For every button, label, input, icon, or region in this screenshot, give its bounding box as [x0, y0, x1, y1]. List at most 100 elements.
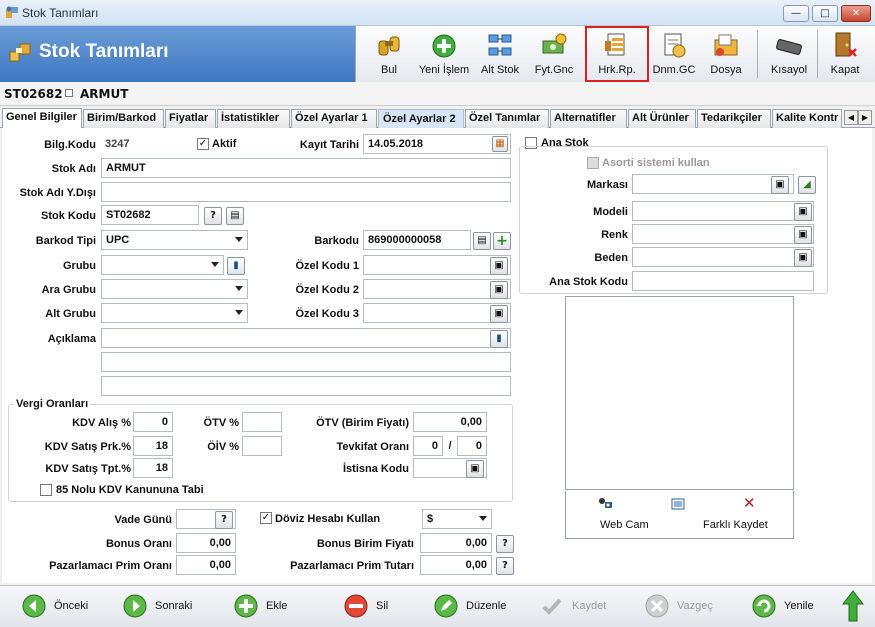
model-lookup-icon[interactable]: ▣: [794, 203, 812, 221]
otv-unit-price-field[interactable]: 0,00: [413, 412, 487, 432]
delete-button[interactable]: Sil: [344, 594, 404, 620]
tab-alternatives[interactable]: Alternatifler: [550, 109, 627, 128]
find-button[interactable]: Bul: [361, 26, 417, 82]
refresh-button[interactable]: Yenile: [752, 594, 832, 620]
close-window-button[interactable]: ✕: [841, 5, 871, 22]
barcode-doc-icon[interactable]: ▤: [473, 232, 491, 250]
stock-code-field[interactable]: ST02682: [101, 205, 199, 225]
barcode-type-select[interactable]: UPC: [101, 230, 248, 250]
vat-sales-wholesale-field[interactable]: 18: [133, 458, 173, 478]
scroll-top-arrow-icon[interactable]: [842, 589, 864, 623]
barcode-field[interactable]: 869000000058: [363, 230, 471, 250]
salesman-bonus-help-button[interactable]: ?: [496, 557, 514, 575]
brand-lookup-icon[interactable]: ▣: [771, 176, 789, 194]
new-transaction-button[interactable]: Yeni İşlem: [416, 26, 472, 82]
calendar-icon[interactable]: ▦: [492, 136, 508, 152]
description-line-2[interactable]: [101, 352, 511, 372]
salesman-bonus-amount-field[interactable]: 0,00: [420, 555, 492, 575]
assortment-checkbox[interactable]: [587, 157, 599, 169]
special-code-2-field[interactable]: [363, 279, 511, 299]
special-code-1-field[interactable]: [363, 255, 511, 275]
due-days-help-button[interactable]: ?: [215, 511, 233, 529]
special-code-1-lookup-icon[interactable]: ▣: [490, 257, 508, 275]
bonus-unit-price-field[interactable]: 0,00: [420, 533, 492, 553]
tab-scroll-left-button[interactable]: ◀: [844, 110, 858, 125]
tab-special-definitions[interactable]: Özel Tanımlar: [465, 109, 549, 128]
previous-icon: [22, 594, 46, 618]
next-button[interactable]: Sonraki: [123, 594, 203, 620]
use-currency-checkbox[interactable]: ✓: [260, 512, 272, 524]
file-button[interactable]: Dosya: [698, 26, 754, 82]
group-select[interactable]: [101, 255, 224, 275]
withholding-rate-field-1[interactable]: 0: [413, 436, 443, 456]
tab-prices[interactable]: Fiyatlar: [165, 109, 216, 128]
vat-purchase-field[interactable]: 0: [133, 412, 173, 432]
sub-group-select[interactable]: [101, 279, 248, 299]
withholding-rate-field-2[interactable]: 0: [457, 436, 487, 456]
webcam-label[interactable]: Web Cam: [600, 519, 649, 531]
movement-report-button[interactable]: Hrk.Rp.: [585, 26, 649, 82]
save-button[interactable]: Kaydet: [540, 594, 620, 620]
close-button[interactable]: Kapat: [820, 26, 870, 82]
description-pick-icon[interactable]: ▮: [490, 330, 508, 348]
record-date-field[interactable]: 14.05.2018: [363, 134, 511, 154]
tab-quality-control[interactable]: Kalite Kontr: [772, 109, 842, 128]
image-save-icon[interactable]: [671, 498, 685, 510]
webcam-icon[interactable]: [597, 497, 613, 511]
size-field[interactable]: [632, 247, 814, 267]
shortcut-button[interactable]: Kısayol: [761, 26, 817, 82]
bonus-help-button[interactable]: ?: [496, 535, 514, 553]
description-line-1[interactable]: [101, 328, 511, 348]
brand-add-icon[interactable]: ◢: [798, 176, 816, 194]
currency-select[interactable]: $: [422, 509, 492, 529]
cancel-button[interactable]: Vazgeç: [645, 594, 725, 620]
lower-group-select[interactable]: [101, 303, 248, 323]
add-barcode-icon[interactable]: +: [493, 232, 511, 250]
special-code-2-lookup-icon[interactable]: ▣: [490, 281, 508, 299]
active-checkbox[interactable]: ✓: [197, 138, 209, 150]
image-delete-icon[interactable]: ✕: [743, 494, 756, 512]
oiv-field[interactable]: [242, 436, 282, 456]
stock-code-help-button[interactable]: ?: [204, 207, 222, 225]
chevron-down-icon: [211, 262, 219, 267]
edit-button[interactable]: Düzenle: [434, 594, 514, 620]
exemption-lookup-icon[interactable]: ▣: [466, 460, 484, 478]
bonus-rate-field[interactable]: 0,00: [176, 533, 236, 553]
oiv-label: ÖİV %: [207, 441, 239, 453]
product-image-box[interactable]: [565, 296, 794, 490]
stock-name-foreign-field[interactable]: [101, 182, 511, 202]
salesman-bonus-rate-field[interactable]: 0,00: [176, 555, 236, 575]
stock-boxes-icon: [9, 43, 31, 62]
tab-unit-barcode[interactable]: Birim/Barkod: [83, 109, 164, 128]
brand-field[interactable]: [632, 174, 794, 194]
sub-stock-button[interactable]: Alt Stok: [472, 26, 528, 82]
period-report-button[interactable]: Dnm.GC: [646, 26, 702, 82]
minimize-button[interactable]: —: [783, 5, 809, 22]
special-code-3-lookup-icon[interactable]: ▣: [490, 305, 508, 323]
description-line-3[interactable]: [101, 376, 511, 396]
tab-general[interactable]: Genel Bilgiler: [2, 108, 82, 129]
maximize-button[interactable]: □: [812, 5, 838, 22]
previous-button[interactable]: Önceki: [22, 594, 102, 620]
tab-suppliers[interactable]: Tedarikçiler: [697, 109, 771, 128]
tab-special-settings-1[interactable]: Özel Ayarlar 1: [291, 109, 377, 128]
stock-name-field[interactable]: ARMUT: [101, 158, 511, 178]
model-field[interactable]: [632, 201, 814, 221]
tab-sub-products[interactable]: Alt Ürünler: [628, 109, 696, 128]
add-button[interactable]: Ekle: [234, 594, 304, 620]
save-as-label[interactable]: Farklı Kaydet: [703, 519, 768, 531]
main-stock-code-field[interactable]: [632, 271, 814, 291]
tab-scroll-right-button[interactable]: ▶: [858, 110, 872, 125]
stock-code-doc-icon[interactable]: ▤: [226, 207, 244, 225]
group-pick-icon[interactable]: ▮: [227, 257, 245, 275]
special-code-3-field[interactable]: [363, 303, 511, 323]
size-lookup-icon[interactable]: ▣: [794, 249, 812, 267]
tab-statistics[interactable]: İstatistikler: [217, 109, 290, 128]
kdv-85-checkbox[interactable]: [40, 484, 52, 496]
vat-sales-retail-field[interactable]: 18: [133, 436, 173, 456]
otv-field[interactable]: [242, 412, 282, 432]
color-field[interactable]: [632, 224, 814, 244]
color-lookup-icon[interactable]: ▣: [794, 226, 812, 244]
tab-special-settings-2[interactable]: Özel Ayarlar 2: [378, 109, 464, 129]
price-update-button[interactable]: Fyt.Gnc: [526, 26, 582, 82]
